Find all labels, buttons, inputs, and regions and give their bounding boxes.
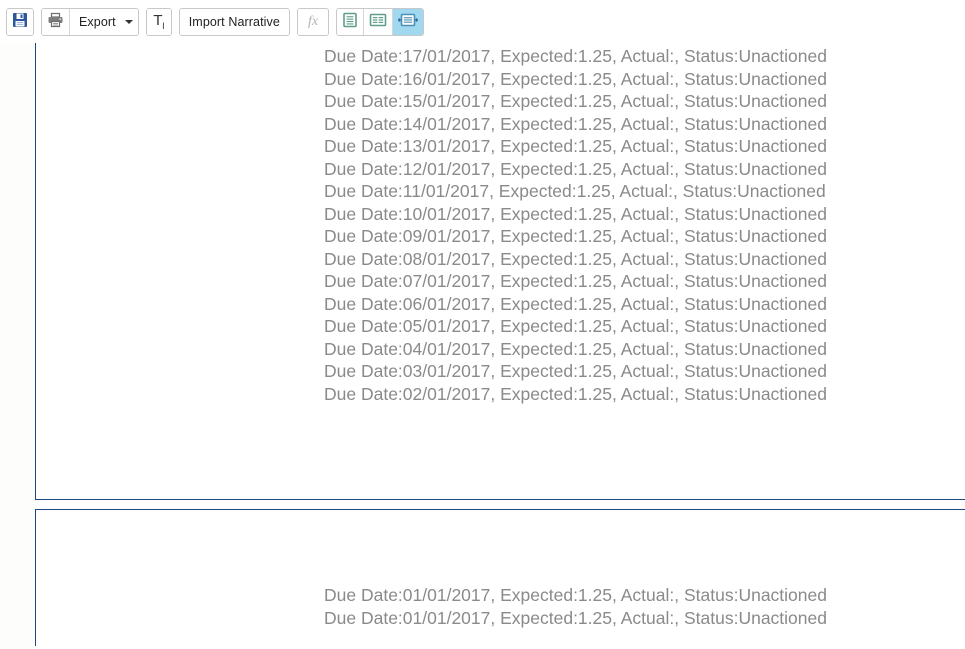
narrative-line: Due Date:08/01/2017, Expected:1.25, Actu… [324,248,827,269]
save-icon [12,12,28,31]
narrative-line: Due Date:01/01/2017, Expected:1.25, Actu… [324,585,827,605]
page-gutter [0,43,35,649]
text-tool-sub: I [162,21,165,31]
print-button[interactable] [42,8,70,35]
formula-icon: fx [307,13,319,29]
text-cursor-icon: TI [153,12,164,31]
two-column-view-icon [369,12,387,31]
chevron-down-icon [124,19,133,24]
narrative-line: Due Date:17/01/2017, Expected:1.25, Actu… [324,46,827,66]
formula-button[interactable]: fx [297,8,329,35]
narrative-line: Due Date:13/01/2017, Expected:1.25, Actu… [324,136,827,156]
formula-group: fx [296,7,330,36]
narrative-line: Due Date:01/01/2017, Expected:1.25, Actu… [324,607,827,628]
export-label: Export [79,14,116,29]
export-group: Export [41,7,139,36]
narrative-line: Due Date:16/01/2017, Expected:1.25, Actu… [324,68,827,89]
import-narrative-label: Import Narrative [188,14,280,29]
narrative-line: Due Date:15/01/2017, Expected:1.25, Actu… [324,91,827,111]
narrative-text-block-1: Due Date:17/01/2017, Expected:1.25, Actu… [324,45,827,405]
report-page-2[interactable]: Due Date:01/01/2017, Expected:1.25, Actu… [35,509,965,646]
narrative-line: Due Date:03/01/2017, Expected:1.25, Actu… [324,361,827,381]
narrative-line: Due Date:09/01/2017, Expected:1.25, Actu… [324,226,827,246]
import-narrative-group: Import Narrative [178,7,290,36]
print-icon [47,12,64,31]
narrative-line: Due Date:06/01/2017, Expected:1.25, Actu… [324,293,827,314]
narrative-text-block-2: Due Date:01/01/2017, Expected:1.25, Actu… [324,584,827,629]
narrative-line: Due Date:02/01/2017, Expected:1.25, Actu… [324,383,827,404]
narrative-line: Due Date:11/01/2017, Expected:1.25, Actu… [324,181,826,201]
fit-width-view-button[interactable] [393,8,424,35]
text-tool-label: T [153,12,163,29]
export-button[interactable]: Export [70,8,138,35]
narrative-line: Due Date:07/01/2017, Expected:1.25, Actu… [324,271,827,291]
save-group [6,7,34,36]
two-column-view-button[interactable] [364,8,394,35]
narrative-line: Due Date:10/01/2017, Expected:1.25, Actu… [324,203,827,224]
view-mode-group [336,7,425,36]
single-column-view-button[interactable] [337,8,365,35]
report-page-1[interactable]: Due Date:17/01/2017, Expected:1.25, Actu… [35,43,965,500]
narrative-line: Due Date:05/01/2017, Expected:1.25, Actu… [324,316,827,336]
narrative-line: Due Date:14/01/2017, Expected:1.25, Actu… [324,113,827,134]
text-tool-group: TI [145,7,172,36]
single-column-view-icon [342,12,358,31]
narrative-line: Due Date:04/01/2017, Expected:1.25, Actu… [324,338,827,359]
fit-width-view-icon [397,12,419,31]
narrative-line: Due Date:12/01/2017, Expected:1.25, Actu… [324,158,827,179]
save-button[interactable] [7,8,33,35]
import-narrative-button[interactable]: Import Narrative [179,8,289,35]
main-toolbar: Export TI Import Narrative fx [0,0,965,43]
text-format-button[interactable]: TI [146,8,171,35]
